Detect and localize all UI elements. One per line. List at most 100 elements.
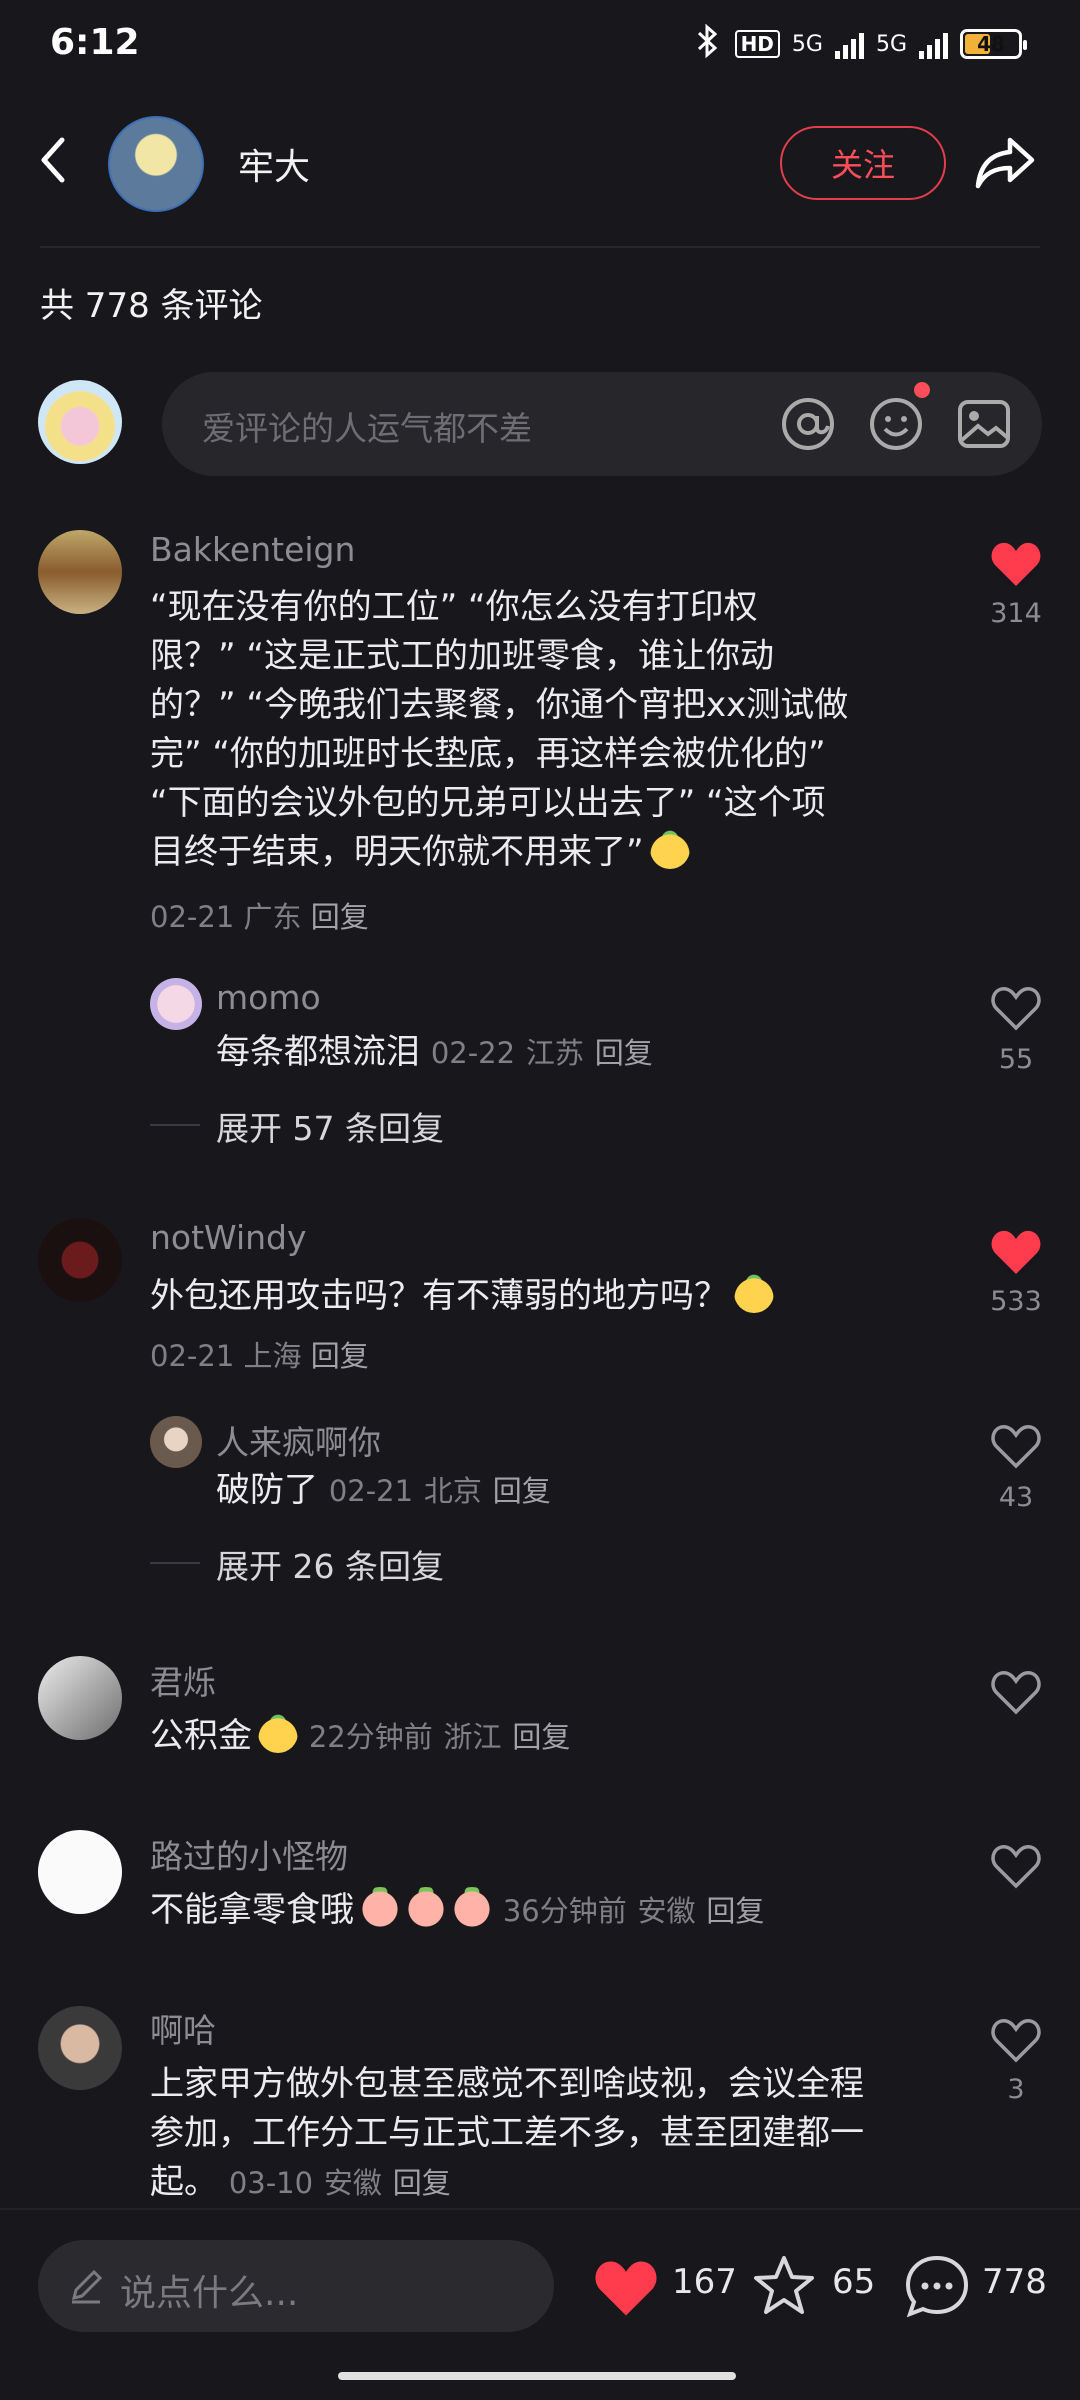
comment-date: 03-10 bbox=[228, 2166, 314, 2200]
emoji-icon bbox=[734, 1273, 774, 1313]
home-indicator[interactable] bbox=[338, 2372, 736, 2380]
star-icon[interactable] bbox=[750, 2252, 818, 2320]
comment-username[interactable]: notWindy bbox=[150, 1218, 307, 1257]
comment-text-line: 上家甲方做外包甚至感觉不到啥歧视，会议全程 bbox=[150, 2064, 864, 2104]
signal-icon bbox=[834, 29, 864, 59]
comment-total: 778 bbox=[982, 2262, 1047, 2302]
back-button[interactable] bbox=[30, 130, 80, 190]
my-avatar bbox=[38, 380, 122, 464]
comment-text-row: 公积金 22分钟前 浙江 回复 bbox=[150, 1712, 570, 1762]
comment-location: 广东 bbox=[243, 900, 302, 934]
author-avatar[interactable] bbox=[108, 116, 204, 212]
avatar[interactable] bbox=[38, 1656, 122, 1740]
heart-outline-icon[interactable] bbox=[990, 984, 1042, 1032]
heart-outline-icon[interactable] bbox=[990, 2016, 1042, 2064]
comment-text-line: 参加，工作分工与正式工差不多，甚至团建都一 bbox=[150, 2113, 864, 2153]
reply-button[interactable]: 回复 bbox=[311, 900, 369, 934]
like-total: 167 bbox=[672, 2262, 737, 2302]
comment-location: 浙江 bbox=[443, 1720, 502, 1754]
expand-replies-button[interactable]: 展开 57 条回复 bbox=[216, 1102, 444, 1150]
pencil-icon bbox=[71, 2269, 103, 2304]
comment-text-line: 起。 bbox=[150, 2162, 218, 2202]
reply-username[interactable]: momo bbox=[216, 978, 321, 1017]
comment-date: 02-21 bbox=[150, 900, 235, 934]
say-something-input[interactable]: 说点什么... bbox=[38, 2240, 554, 2332]
network-label-1: 5G bbox=[791, 31, 823, 57]
reply-date: 02-22 bbox=[430, 1036, 516, 1070]
comment-text-row: 外包还用攻击吗？有不薄弱的地方吗？ bbox=[150, 1272, 774, 1321]
header-divider bbox=[40, 246, 1040, 248]
like-count: 533 bbox=[990, 1286, 1042, 1317]
comment-username[interactable]: 啊哈 bbox=[150, 2004, 216, 2052]
comment-username[interactable]: 路过的小怪物 bbox=[150, 1830, 348, 1878]
heart-filled-icon[interactable] bbox=[990, 1228, 1042, 1276]
avatar[interactable] bbox=[38, 530, 122, 614]
reply-text-row: 破防了 02-21 北京 回复 bbox=[216, 1466, 551, 1516]
reply-button[interactable]: 回复 bbox=[311, 1339, 369, 1373]
expand-divider bbox=[150, 1124, 200, 1126]
comment-text-line: 完” “你的加班时长垫底，再这样会被优化的” bbox=[150, 734, 826, 774]
bottom-divider bbox=[0, 2208, 1080, 2210]
comment-location: 安徽 bbox=[323, 2166, 382, 2200]
share-button[interactable] bbox=[972, 130, 1038, 196]
expand-replies-button[interactable]: 展开 26 条回复 bbox=[216, 1540, 444, 1588]
comment-username[interactable]: 君烁 bbox=[150, 1656, 216, 1704]
like-count: 3 bbox=[1007, 2074, 1025, 2105]
mention-icon[interactable] bbox=[780, 396, 836, 452]
avatar[interactable] bbox=[38, 1830, 122, 1914]
comment-input-placeholder: 爱评论的人运气都不差 bbox=[202, 409, 532, 448]
network-label-2: 5G bbox=[875, 31, 907, 57]
avatar[interactable] bbox=[150, 1416, 202, 1468]
comment-text: “现在没有你的工位” “你怎么没有打印权 限？” “这是正式工的加班零食，谁让你… bbox=[150, 583, 848, 877]
comment-text-line: 的？” “今晚我们去聚餐，你通个宵把xx测试做 bbox=[150, 685, 849, 725]
avatar[interactable] bbox=[150, 978, 202, 1030]
reply-location: 江苏 bbox=[525, 1036, 584, 1070]
expand-divider bbox=[150, 1562, 200, 1564]
status-time: 6:12 bbox=[50, 22, 140, 63]
reply-text: 破防了 bbox=[216, 1470, 318, 1510]
reply-button[interactable]: 回复 bbox=[595, 1036, 653, 1070]
reply-button[interactable]: 回复 bbox=[706, 1894, 764, 1928]
hd-badge: HD bbox=[734, 30, 780, 58]
comment-text: 外包还用攻击吗？有不薄弱的地方吗？ bbox=[150, 1276, 728, 1316]
author-name[interactable]: 牢大 bbox=[238, 138, 310, 190]
comment-text-row: 不能拿零食哦 36分钟前 安徽 回复 bbox=[150, 1886, 764, 1936]
emoji-icon[interactable] bbox=[868, 396, 924, 452]
follow-button[interactable]: 关注 bbox=[780, 126, 946, 200]
comment-meta: 02-21 广东 回复 bbox=[150, 893, 369, 942]
comment-input[interactable]: 爱评论的人运气都不差 bbox=[162, 372, 1042, 476]
heart-filled-icon[interactable] bbox=[990, 540, 1042, 588]
reply-text-row: 每条都想流泪 02-22 江苏 回复 bbox=[216, 1028, 653, 1078]
heart-outline-icon[interactable] bbox=[990, 1668, 1042, 1716]
emoji-icon bbox=[360, 1887, 400, 1927]
image-icon[interactable] bbox=[956, 396, 1012, 452]
favorite-total: 65 bbox=[832, 2262, 876, 2302]
comment-bubble-icon[interactable] bbox=[902, 2252, 972, 2322]
heart-outline-icon[interactable] bbox=[990, 1422, 1042, 1470]
like-count: 314 bbox=[990, 598, 1042, 629]
reply-button[interactable]: 回复 bbox=[393, 2166, 451, 2200]
comment-location: 安徽 bbox=[637, 1894, 696, 1928]
emoji-icon bbox=[649, 829, 690, 869]
signal-icon-2 bbox=[919, 29, 948, 59]
battery-icon: 48 bbox=[960, 29, 1027, 59]
comment-username[interactable]: Bakkenteign bbox=[150, 530, 355, 569]
bluetooth-icon bbox=[693, 23, 723, 64]
reply-button[interactable]: 回复 bbox=[512, 1720, 570, 1754]
comment-date: 22分钟前 bbox=[308, 1720, 433, 1754]
heart-outline-icon[interactable] bbox=[990, 1842, 1042, 1890]
like-icon[interactable] bbox=[592, 2258, 660, 2318]
emoji-new-dot bbox=[914, 382, 930, 398]
say-placeholder: 说点什么... bbox=[120, 2273, 299, 2314]
share-icon bbox=[975, 137, 1035, 189]
reply-username[interactable]: 人来疯啊你 bbox=[216, 1416, 381, 1464]
comment-text: 公积金 bbox=[150, 1716, 252, 1756]
reply-button[interactable]: 回复 bbox=[493, 1474, 551, 1508]
comment-count-label: 共 778 条评论 bbox=[40, 286, 263, 326]
avatar[interactable] bbox=[38, 1218, 122, 1302]
reply-text: 每条都想流泪 bbox=[216, 1032, 420, 1072]
comment-text: 上家甲方做外包甚至感觉不到啥歧视，会议全程 参加，工作分工与正式工差不多，甚至团… bbox=[150, 2060, 864, 2208]
emoji-icon bbox=[258, 1713, 298, 1753]
avatar[interactable] bbox=[38, 2006, 122, 2090]
chevron-left-icon bbox=[41, 137, 65, 183]
